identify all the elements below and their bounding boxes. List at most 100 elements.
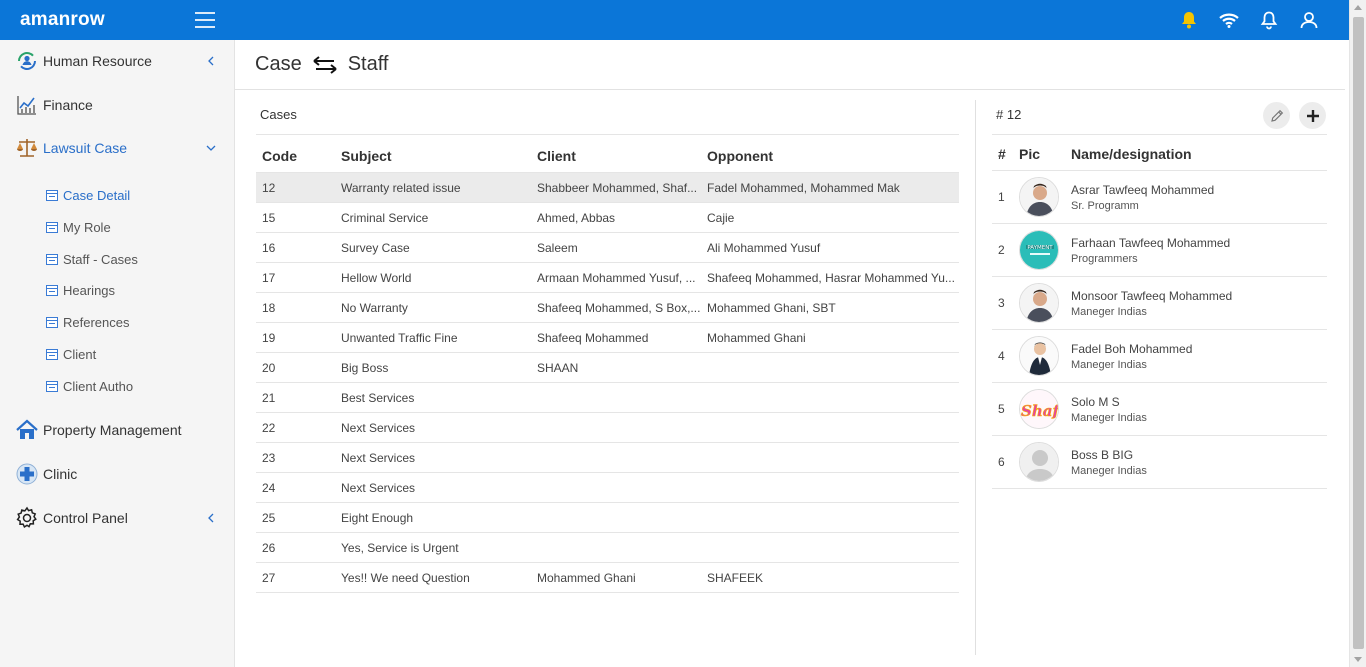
pencil-icon: [1270, 109, 1283, 122]
chevron-left-icon[interactable]: [205, 512, 217, 524]
add-button[interactable]: [1299, 102, 1326, 129]
scroll-up-icon[interactable]: [1354, 5, 1362, 10]
staff-designation: Maneger Indias: [1071, 411, 1147, 424]
avatar[interactable]: [1019, 177, 1059, 217]
table-row[interactable]: 18 No Warranty Shafeeq Mohammed, S Box,...…: [256, 292, 959, 323]
sidebar-item-finance[interactable]: Finance: [0, 85, 235, 125]
table-row[interactable]: 27 Yes!! We need Question Mohammed Ghani SH…: [256, 562, 959, 593]
hamburger-menu-icon[interactable]: [195, 12, 215, 28]
brand-logo[interactable]: amanrow: [20, 9, 195, 31]
sidebar-item-property-management[interactable]: Property Management: [0, 410, 235, 450]
cell-client: [531, 382, 701, 413]
table-row[interactable]: 15 Criminal Service Ahmed, Abbas Cajie: [256, 202, 959, 233]
cell-client: Shafeeq Mohammed: [531, 322, 701, 353]
table-row[interactable]: 22 Next Services: [256, 412, 959, 443]
staff-designation: Maneger Indias: [1071, 464, 1147, 477]
table-row[interactable]: 12 Warranty related issue Shabbeer Mohamme…: [256, 172, 959, 203]
cell-subject: Next Services: [335, 472, 531, 503]
staff-row[interactable]: 1 Asrar Tawfeeq Mohammed Sr. Programm: [992, 170, 1327, 224]
cell-subject: Best Services: [335, 382, 531, 413]
subitem-client-autho[interactable]: Client Autho: [0, 371, 235, 401]
scales-icon: [15, 136, 39, 160]
plus-icon: [1306, 109, 1319, 122]
staff-row[interactable]: 2 PAYMENT Farhaan Tawfeeq Mohammed Programm…: [992, 223, 1327, 277]
subitem-client[interactable]: Client: [0, 339, 235, 369]
table-row[interactable]: 17 Hellow World Armaan Mohammed Yusuf, ...…: [256, 262, 959, 293]
staff-row[interactable]: 3 Monsoor Tawfeeq Mohammed Maneger Indias: [992, 276, 1327, 330]
subitem-staff-cases[interactable]: Staff - Cases: [0, 244, 235, 274]
sidebar-item-label: Lawsuit Case: [43, 140, 128, 156]
cell-opponent: [701, 382, 959, 413]
sidebar-item-lawsuit-case[interactable]: Lawsuit Case: [0, 128, 235, 168]
staff-designation: Programmers: [1071, 252, 1138, 265]
table-row[interactable]: 16 Survey Case Saleem Ali Mohammed Yusuf: [256, 232, 959, 263]
subitem-label: Client Autho: [63, 378, 134, 394]
avatar[interactable]: [1019, 442, 1059, 482]
subitem-references[interactable]: References: [0, 307, 235, 337]
cell-opponent: [701, 412, 959, 443]
page-header: Case Staff: [235, 40, 1345, 90]
cell-code: 27: [256, 562, 335, 593]
table-row[interactable]: 26 Yes, Service is Urgent: [256, 532, 959, 563]
staff-name: Farhaan Tawfeeq Mohammed: [1071, 235, 1231, 250]
chart-icon: [15, 93, 39, 117]
form-icon: [46, 221, 58, 233]
staff-number: 4: [992, 329, 1019, 383]
chevron-down-icon[interactable]: [205, 142, 217, 154]
table-row[interactable]: 20 Big Boss SHAAN: [256, 352, 959, 383]
cell-opponent: Ali Mohammed Yusuf: [701, 232, 959, 263]
cell-opponent: [701, 502, 959, 533]
column-header-opponent[interactable]: Opponent: [701, 134, 959, 173]
top-bar: amanrow: [0, 0, 1349, 40]
cell-opponent: Cajie: [701, 202, 959, 233]
table-row[interactable]: 24 Next Services: [256, 472, 959, 503]
wifi-icon[interactable]: [1219, 10, 1239, 30]
cases-table: Code Subject Client Opponent 12 Warranty …: [256, 134, 959, 593]
subitem-my-role[interactable]: My Role: [0, 212, 235, 242]
cell-subject: Yes!! We need Question: [335, 562, 531, 593]
staff-row[interactable]: 6 Boss B BIG Maneger Indias: [992, 435, 1327, 489]
cell-client: [531, 412, 701, 443]
column-header-code[interactable]: Code: [256, 134, 335, 173]
avatar[interactable]: Shaf: [1019, 389, 1059, 429]
table-row[interactable]: 25 Eight Enough: [256, 502, 959, 533]
cell-subject: Survey Case: [335, 232, 531, 263]
form-icon: [46, 380, 58, 392]
sidebar-item-label: Control Panel: [43, 510, 128, 526]
column-header-pic: Pic: [1019, 134, 1071, 171]
subitem-hearings[interactable]: Hearings: [0, 275, 235, 305]
staff-row[interactable]: 5 Shaf Solo M S Maneger Indias: [992, 382, 1327, 436]
chevron-left-icon[interactable]: [205, 55, 217, 67]
cell-opponent: Mohammed Ghani: [701, 322, 959, 353]
edit-button[interactable]: [1263, 102, 1290, 129]
svg-text:Shaf: Shaf: [1021, 402, 1059, 420]
table-row[interactable]: 21 Best Services: [256, 382, 959, 413]
cell-opponent: [701, 472, 959, 503]
vertical-scrollbar[interactable]: [1349, 0, 1366, 667]
subitem-label: My Role: [63, 219, 111, 235]
avatar[interactable]: [1019, 283, 1059, 323]
table-row[interactable]: 23 Next Services: [256, 442, 959, 473]
staff-row[interactable]: 4 Fadel Boh Mohammed Maneger Indias: [992, 329, 1327, 383]
form-icon: [46, 284, 58, 296]
cases-title: Cases: [260, 107, 297, 122]
subitem-case-detail[interactable]: Case Detail: [0, 180, 235, 210]
sidebar-item-human-resource[interactable]: Human Resource: [0, 41, 235, 81]
sidebar-item-label: Property Management: [43, 422, 182, 438]
scrollbar-thumb[interactable]: [1353, 17, 1364, 649]
table-row[interactable]: 19 Unwanted Traffic Fine Shafeeq Mohammed M…: [256, 322, 959, 353]
staff-number: 2: [992, 223, 1019, 277]
user-icon[interactable]: [1299, 10, 1319, 30]
avatar[interactable]: [1019, 336, 1059, 376]
column-header-subject[interactable]: Subject: [335, 134, 531, 173]
column-header-client[interactable]: Client: [531, 134, 701, 173]
bell-outline-icon[interactable]: [1259, 10, 1279, 30]
bell-filled-icon[interactable]: [1179, 10, 1199, 30]
scroll-down-icon[interactable]: [1354, 657, 1362, 662]
cell-code: 24: [256, 472, 335, 503]
avatar[interactable]: PAYMENT: [1019, 230, 1059, 270]
cell-code: 17: [256, 262, 335, 293]
sidebar-item-control-panel[interactable]: Control Panel: [0, 498, 235, 538]
sidebar-item-clinic[interactable]: Clinic: [0, 454, 235, 494]
page-title-staff: Staff: [347, 53, 389, 75]
